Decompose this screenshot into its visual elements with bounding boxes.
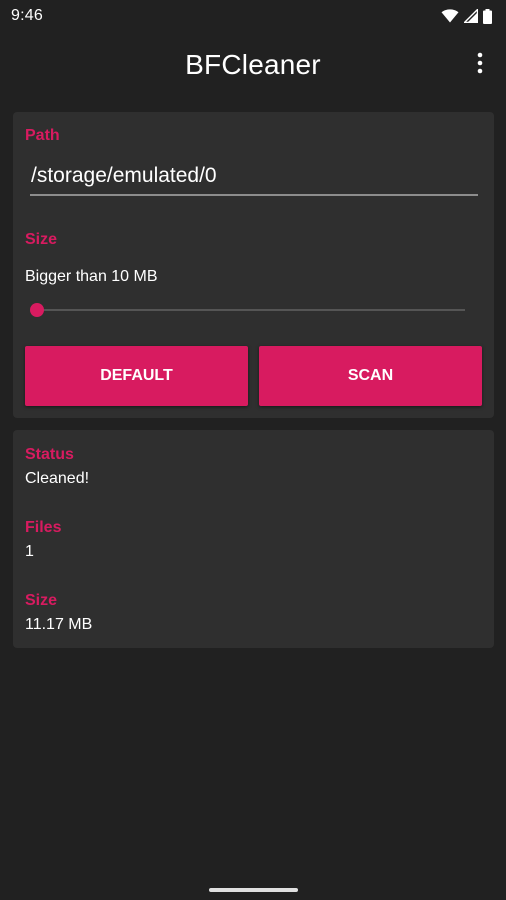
status-icons (441, 8, 492, 24)
status-label: Status (25, 446, 74, 463)
battery-icon (483, 8, 492, 24)
path-input[interactable]: /storage/emulated/0 (30, 160, 478, 196)
size-threshold-text: Bigger than 10 MB (25, 268, 158, 285)
more-vert-icon (477, 52, 483, 79)
status-time: 9:46 (11, 7, 43, 24)
slider-track (37, 309, 465, 311)
size-result-label: Size (25, 592, 58, 609)
settings-card: Path /storage/emulated/0 Size Bigger tha… (13, 112, 494, 418)
app-title: BFCleaner (185, 49, 321, 80)
overflow-menu-button[interactable] (468, 50, 492, 80)
app-bar: BFCleaner (0, 32, 506, 102)
path-label: Path (25, 127, 60, 144)
size-slider[interactable] (30, 300, 465, 320)
size-label: Size (25, 231, 58, 248)
wifi-icon (441, 9, 459, 23)
files-value: 1 (25, 543, 34, 560)
gesture-nav-handle[interactable] (209, 888, 298, 892)
files-label: Files (25, 519, 62, 536)
slider-thumb[interactable] (30, 303, 44, 317)
scan-button[interactable]: SCAN (259, 346, 482, 406)
status-bar: 9:46 (0, 0, 506, 32)
cellular-signal-icon (464, 9, 478, 23)
status-card: Status Cleaned! Files 1 Size 11.17 MB (13, 430, 494, 648)
status-value: Cleaned! (25, 470, 90, 487)
default-button[interactable]: DEFAULT (25, 346, 248, 406)
size-result-value: 11.17 MB (25, 616, 93, 633)
